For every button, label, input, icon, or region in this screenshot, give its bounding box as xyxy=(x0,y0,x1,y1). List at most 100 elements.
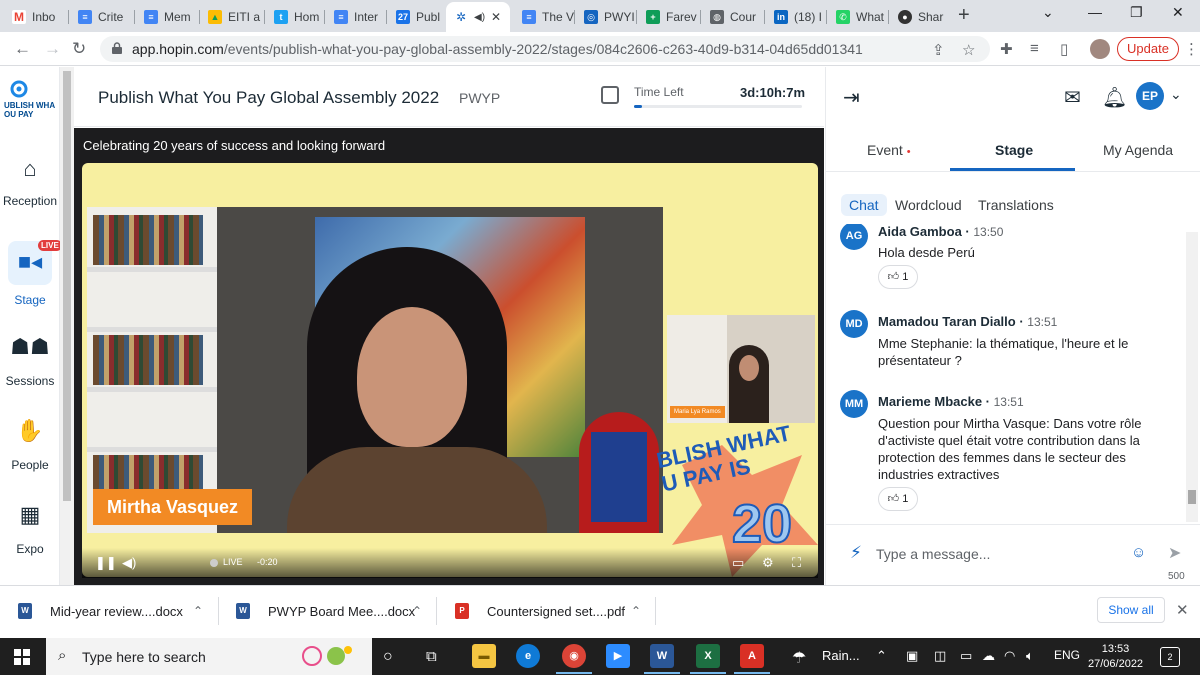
speaker-icon[interactable]: 🔈︎ xyxy=(1026,648,1034,664)
bell-icon[interactable]: 🔔︎ xyxy=(1102,85,1127,110)
chevron-up-icon[interactable]: ⌃ xyxy=(631,604,641,618)
picture-in-picture-icon[interactable]: ▭ xyxy=(732,555,744,571)
audio-playing-icon[interactable]: ◀) xyxy=(474,12,485,23)
download-item[interactable]: W PWYP Board Mee....docx ⌃ xyxy=(236,597,422,625)
pwyp-logo-icon xyxy=(10,80,28,98)
thumbs-up-reaction[interactable]: 👍︎ 1 xyxy=(878,487,918,511)
language-indicator[interactable]: ENG xyxy=(1054,648,1080,662)
tray-chevron-up-icon[interactable]: ⌃ xyxy=(876,648,887,664)
home-icon: ⌂ xyxy=(23,156,37,181)
lightning-icon[interactable]: ⚡︎ xyxy=(850,543,862,563)
chat-message-input[interactable] xyxy=(876,541,1126,567)
media-control-icon[interactable]: ≡ xyxy=(1030,40,1039,57)
browser-tab[interactable]: ✆ What xyxy=(828,4,888,30)
close-download-shelf-icon[interactable]: ✕ xyxy=(1176,601,1189,619)
reload-icon[interactable]: ↻ xyxy=(72,39,86,59)
profile-avatar[interactable] xyxy=(1090,39,1110,59)
restore-icon[interactable]: ❐ xyxy=(1130,4,1143,21)
browser-tab[interactable]: + Farev xyxy=(638,4,700,30)
mail-icon[interactable]: ✉ xyxy=(1064,85,1081,110)
browser-tab[interactable]: ≡ The V xyxy=(514,4,574,30)
rail-item-people[interactable]: ✋ People xyxy=(0,418,60,472)
browser-toolbar: ← → ↻ app.hopin.com/events/publish-what-… xyxy=(0,32,1200,66)
show-all-downloads-button[interactable]: Show all xyxy=(1097,597,1165,623)
back-icon[interactable]: ← xyxy=(14,39,31,59)
thumbs-up-reaction[interactable]: 👍︎ 1 xyxy=(878,265,918,289)
bookmark-star-icon[interactable]: ☆ xyxy=(962,41,975,59)
message-author: Mamadou Taran Diallo · 13:51 xyxy=(878,314,1058,329)
chrome-icon[interactable]: ◉ xyxy=(562,644,586,668)
meet-now-icon[interactable]: ▣ xyxy=(906,648,918,664)
rail-item-stage[interactable]: ■◂ Stage xyxy=(0,249,60,307)
tab-search-chevron-icon[interactable]: ⌄ xyxy=(1042,4,1054,21)
webcam-icon[interactable]: ◫ xyxy=(934,648,946,664)
pause-icon[interactable]: ❚❚ xyxy=(95,555,117,571)
tab-my-agenda[interactable]: My Agenda xyxy=(1103,142,1173,158)
rail-scrollbar[interactable] xyxy=(60,67,74,585)
send-icon[interactable]: ➤ xyxy=(1168,543,1181,563)
linkedin-icon: in xyxy=(774,10,788,24)
rain-umbrella-icon[interactable]: ☂ xyxy=(792,648,806,668)
subtab-translations[interactable]: Translations xyxy=(970,194,1062,216)
minimize-icon[interactable]: — xyxy=(1088,4,1102,20)
browser-tab[interactable]: ● Shar xyxy=(890,4,946,30)
zoom-icon[interactable]: ▶ xyxy=(606,644,630,668)
pdf-file-icon: P xyxy=(455,603,469,619)
cortana-icon[interactable]: ○ xyxy=(383,648,393,666)
fullscreen-icon[interactable]: ⛶ xyxy=(792,555,801,571)
file-explorer-icon[interactable]: ▬ xyxy=(472,644,496,668)
subtab-wordcloud[interactable]: Wordcloud xyxy=(887,194,970,216)
volume-icon[interactable]: ◀) xyxy=(122,555,136,571)
rail-item-reception[interactable]: ⌂ Reception xyxy=(0,156,60,208)
user-avatar[interactable]: EP xyxy=(1136,82,1164,110)
edge-icon[interactable]: e xyxy=(516,644,540,668)
notification-center-icon[interactable]: 2 xyxy=(1160,647,1180,667)
windows-start-icon[interactable] xyxy=(14,649,30,665)
battery-icon[interactable]: ▭ xyxy=(960,648,972,664)
browser-tab[interactable]: ≡ Crite xyxy=(70,4,132,30)
download-item[interactable]: P Countersigned set....pdf ⌃ xyxy=(455,597,641,625)
address-bar[interactable]: app.hopin.com/events/publish-what-you-pa… xyxy=(100,36,990,62)
rail-item-sessions[interactable]: ☗☗ Sessions xyxy=(0,334,60,388)
onedrive-cloud-icon[interactable]: ☁ xyxy=(982,648,995,664)
share-icon[interactable]: ⇪ xyxy=(932,41,945,59)
excel-icon[interactable]: X xyxy=(696,644,720,668)
tab-stage[interactable]: Stage xyxy=(995,142,1033,158)
wifi-icon[interactable]: ◠ xyxy=(1004,648,1015,664)
browser-tab[interactable]: ≡ Inter xyxy=(326,4,388,30)
chevron-up-icon[interactable]: ⌃ xyxy=(412,604,422,618)
browser-tab[interactable]: t Hom xyxy=(266,4,328,30)
acrobat-icon[interactable]: A xyxy=(740,644,764,668)
live-video[interactable]: Mirtha Vasquez Maria Lya Ramos BLISH WHA… xyxy=(82,163,818,577)
browser-tab[interactable]: ◍ Cour xyxy=(702,4,764,30)
settings-gear-icon[interactable]: ⚙ xyxy=(762,555,774,571)
rail-item-expo[interactable]: ▦ Expo xyxy=(0,502,60,556)
browser-tab-active[interactable]: ✲ ◀) ✕ xyxy=(446,2,510,32)
browser-tab[interactable]: 27 Publ xyxy=(388,4,444,30)
emoji-icon[interactable]: ☺ xyxy=(1131,544,1146,561)
weather-label[interactable]: Rain... xyxy=(822,648,860,663)
close-window-icon[interactable]: ✕ xyxy=(1172,4,1184,21)
browser-tab[interactable]: ≡ Mem xyxy=(136,4,198,30)
forward-icon[interactable]: → xyxy=(44,39,61,59)
more-menu-icon[interactable]: ⋮ xyxy=(1184,40,1199,58)
tab-event[interactable]: Event • xyxy=(867,142,911,158)
update-button[interactable]: Update xyxy=(1117,37,1179,61)
extensions-icon[interactable]: ✚ xyxy=(1000,40,1013,58)
browser-tab[interactable]: ◎ PWYI xyxy=(576,4,636,30)
taskbar-clock[interactable]: 13:53 27/06/2022 xyxy=(1088,642,1143,672)
subtab-chat[interactable]: Chat xyxy=(841,194,887,216)
chevron-down-icon[interactable]: ⌄ xyxy=(1170,86,1182,103)
chat-scrollbar[interactable] xyxy=(1186,232,1198,522)
browser-tab[interactable]: ▲ EITI a xyxy=(200,4,262,30)
browser-tab[interactable]: M Inbo xyxy=(4,4,66,30)
side-panel-icon[interactable]: ▯ xyxy=(1060,40,1068,58)
chevron-up-icon[interactable]: ⌃ xyxy=(193,604,203,618)
word-icon[interactable]: W xyxy=(650,644,674,668)
download-item[interactable]: W Mid-year review....docx ⌃ xyxy=(18,597,203,625)
new-tab-icon[interactable]: + xyxy=(958,4,970,27)
task-view-icon[interactable]: ⧉ xyxy=(426,648,437,665)
browser-tab[interactable]: in (18) I xyxy=(766,4,826,30)
close-tab-icon[interactable]: ✕ xyxy=(491,10,501,24)
collapse-panel-icon[interactable]: ⇥ xyxy=(843,85,860,110)
